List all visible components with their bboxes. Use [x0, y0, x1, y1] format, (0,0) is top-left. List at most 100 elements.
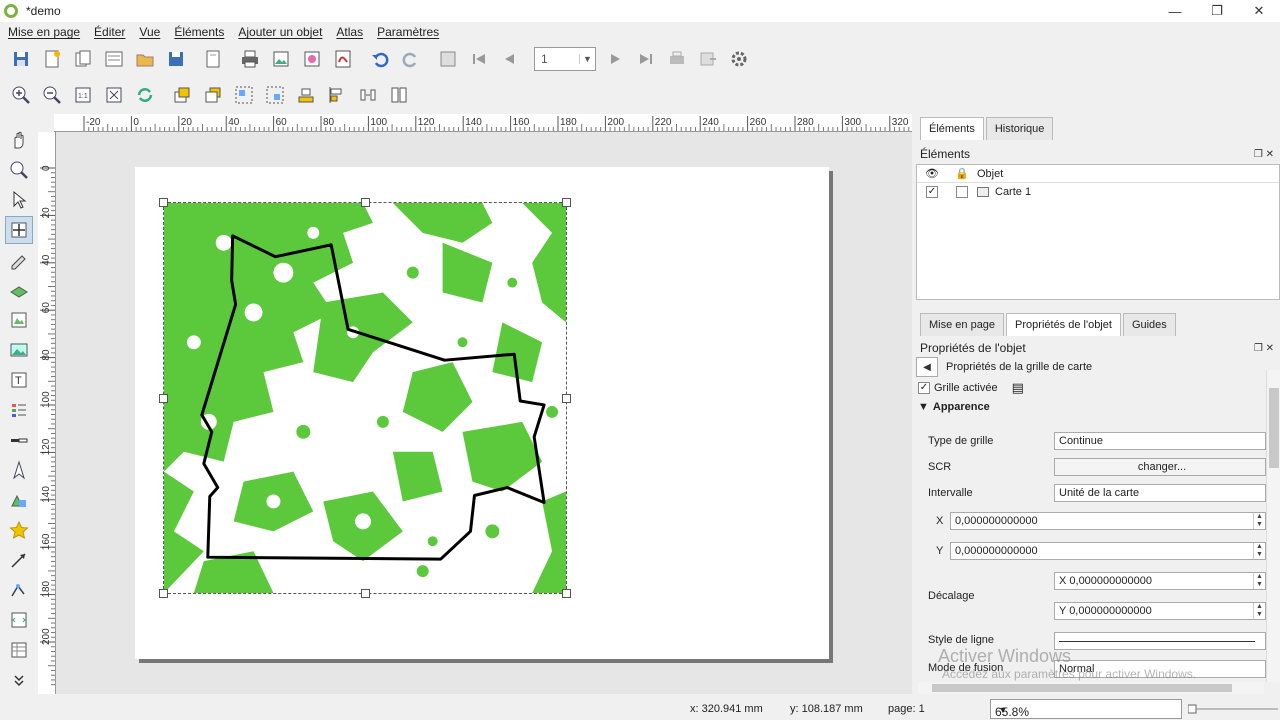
- menu-parametres[interactable]: Paramètres: [377, 25, 439, 39]
- tab-guides[interactable]: Guides: [1122, 313, 1176, 336]
- export-atlas-button[interactable]: [695, 46, 721, 72]
- resize-handle-s[interactable]: [361, 589, 370, 598]
- menu-vue[interactable]: Vue: [139, 25, 160, 39]
- offset-y-input[interactable]: Y 0,000000000000 ▲ ▼: [1054, 602, 1266, 620]
- menu-atlas[interactable]: Atlas: [336, 25, 363, 39]
- pan-tool[interactable]: [5, 126, 33, 154]
- raise-items-button[interactable]: [169, 82, 195, 108]
- refresh-button[interactable]: [132, 82, 158, 108]
- more-tools[interactable]: [5, 666, 33, 694]
- visible-checkbox[interactable]: ✓: [926, 186, 938, 198]
- redo-button[interactable]: [398, 46, 424, 72]
- scroll-thumb[interactable]: [1269, 388, 1279, 468]
- float-dock-icon[interactable]: ❐: [1254, 343, 1263, 354]
- zoom-out-button[interactable]: [39, 82, 65, 108]
- zoom-100-button[interactable]: 1:1: [70, 82, 96, 108]
- align-items-button[interactable]: [293, 82, 319, 108]
- next-feature-button[interactable]: [602, 46, 628, 72]
- distribute-button[interactable]: [355, 82, 381, 108]
- duplicate-layout-button[interactable]: [70, 46, 96, 72]
- atlas-page-select[interactable]: 1 ▼: [534, 47, 596, 71]
- grid-enabled-checkbox[interactable]: ✓: [918, 382, 930, 394]
- ungroup-items-button[interactable]: [262, 82, 288, 108]
- zoom-full-button[interactable]: [101, 82, 127, 108]
- resize-handle-sw[interactable]: [159, 589, 168, 598]
- add-label-tool[interactable]: T: [5, 366, 33, 394]
- zoom-select[interactable]: 65.8% ▼: [990, 699, 1182, 719]
- collapse-arrow-icon[interactable]: ▼: [918, 401, 929, 413]
- zoom-in-button[interactable]: [8, 82, 34, 108]
- open-template-button[interactable]: [132, 46, 158, 72]
- resize-handle-w[interactable]: [159, 394, 168, 403]
- props-horizontal-scrollbar[interactable]: [918, 682, 1264, 694]
- zoom-tool[interactable]: [5, 156, 33, 184]
- new-page-button[interactable]: [200, 46, 226, 72]
- tab-historique[interactable]: Historique: [985, 117, 1054, 140]
- add-picture-tool[interactable]: [5, 336, 33, 364]
- add-marker-tool[interactable]: [5, 516, 33, 544]
- add-3d-map-tool[interactable]: [5, 276, 33, 304]
- resize-handle-se[interactable]: [562, 589, 571, 598]
- resize-handle-n[interactable]: [361, 198, 370, 207]
- add-html-tool[interactable]: [5, 606, 33, 634]
- atlas-settings-button[interactable]: [726, 46, 752, 72]
- add-arrow-tool[interactable]: [5, 546, 33, 574]
- zoom-slider-handle[interactable]: [1188, 704, 1197, 714]
- close-button[interactable]: ✕: [1238, 0, 1280, 22]
- add-legend-tool[interactable]: [5, 396, 33, 424]
- add-node-item-tool[interactable]: [5, 576, 33, 604]
- float-dock-icon[interactable]: ❐: [1254, 149, 1263, 160]
- tab-mise-en-page[interactable]: Mise en page: [920, 313, 1005, 336]
- spin-arrows-icon[interactable]: ▲ ▼: [1253, 543, 1265, 559]
- spin-arrows-icon[interactable]: ▲ ▼: [1253, 603, 1265, 619]
- export-image-button[interactable]: [268, 46, 294, 72]
- interval-x-input[interactable]: 0,000000000000 ▲ ▼: [950, 512, 1266, 530]
- print-button[interactable]: [237, 46, 263, 72]
- change-crs-button[interactable]: changer...: [1054, 458, 1266, 476]
- prev-feature-button[interactable]: [497, 46, 523, 72]
- restore-button[interactable]: ❐: [1196, 0, 1238, 22]
- resize-handle-nw[interactable]: [159, 198, 168, 207]
- move-item-content-tool[interactable]: [5, 216, 33, 244]
- data-defined-icon[interactable]: ▤: [1012, 380, 1024, 396]
- save-button[interactable]: [8, 46, 34, 72]
- export-pdf-button[interactable]: [330, 46, 356, 72]
- new-layout-button[interactable]: [39, 46, 65, 72]
- resize-button[interactable]: [386, 82, 412, 108]
- menu-ajouter-objet[interactable]: Ajouter un objet: [238, 25, 322, 39]
- add-map-tool[interactable]: [5, 306, 33, 334]
- resize-handle-e[interactable]: [562, 394, 571, 403]
- export-svg-button[interactable]: [299, 46, 325, 72]
- menu-editer[interactable]: Éditer: [94, 25, 125, 39]
- print-atlas-button[interactable]: [664, 46, 690, 72]
- close-dock-icon[interactable]: ✕: [1266, 149, 1274, 160]
- layout-canvas[interactable]: [56, 132, 912, 694]
- spin-arrows-icon[interactable]: ▲ ▼: [1253, 513, 1265, 529]
- blend-mode-select[interactable]: Normal: [1054, 660, 1266, 678]
- edit-nodes-tool[interactable]: [5, 246, 33, 274]
- tab-elements[interactable]: Éléments: [920, 117, 984, 140]
- map-item-carte-1[interactable]: [159, 198, 571, 598]
- undo-button[interactable]: [367, 46, 393, 72]
- first-feature-button[interactable]: [466, 46, 492, 72]
- select-tool[interactable]: [5, 186, 33, 214]
- props-vertical-scrollbar[interactable]: [1266, 370, 1280, 682]
- add-attribute-table-tool[interactable]: [5, 636, 33, 664]
- list-item[interactable]: ✓ Carte 1: [917, 183, 1279, 201]
- scroll-thumb[interactable]: [932, 684, 1232, 692]
- grid-type-select[interactable]: Continue: [1054, 432, 1266, 450]
- add-scalebar-tool[interactable]: [5, 426, 33, 454]
- last-feature-button[interactable]: [633, 46, 659, 72]
- offset-x-input[interactable]: X 0,000000000000 ▲ ▼: [1054, 572, 1266, 590]
- add-shape-tool[interactable]: [5, 486, 33, 514]
- spin-arrows-icon[interactable]: ▲ ▼: [1253, 573, 1265, 589]
- interval-unit-select[interactable]: Unité de la carte: [1054, 484, 1266, 502]
- menu-elements[interactable]: Éléments: [174, 25, 224, 39]
- lock-checkbox[interactable]: [956, 186, 968, 198]
- close-dock-icon[interactable]: ✕: [1266, 343, 1274, 354]
- menu-mise-en-page[interactable]: Mise en page: [8, 25, 80, 39]
- lower-items-button[interactable]: [200, 82, 226, 108]
- atlas-preview-button[interactable]: [435, 46, 461, 72]
- interval-y-input[interactable]: 0,000000000000 ▲ ▼: [950, 542, 1266, 560]
- align-left-button[interactable]: [324, 82, 350, 108]
